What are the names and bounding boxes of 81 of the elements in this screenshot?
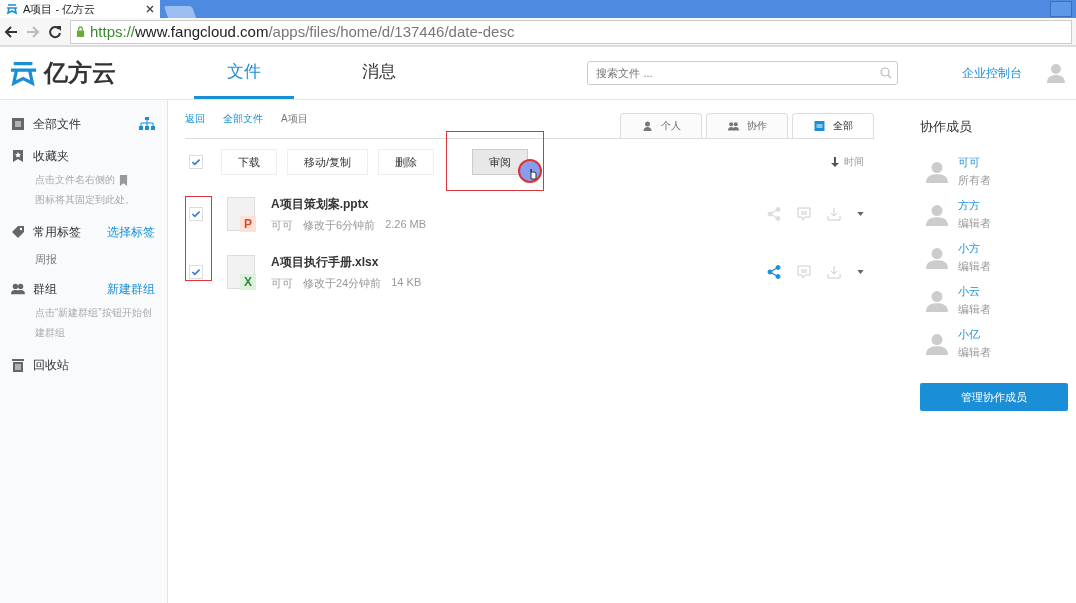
file-modified: 修改于6分钟前 bbox=[303, 217, 376, 233]
manage-members-button[interactable]: 管理协作成员 bbox=[920, 383, 1068, 411]
panel-title: 协作成员 bbox=[920, 118, 973, 136]
cloud-logo-icon bbox=[6, 3, 18, 15]
toolbar-button[interactable]: 移动/复制 bbox=[287, 149, 369, 175]
file-checkbox[interactable] bbox=[189, 207, 203, 221]
member-role: 编辑者 bbox=[958, 216, 991, 231]
tag-icon bbox=[11, 225, 25, 239]
view-tab[interactable]: 个人 bbox=[620, 113, 702, 138]
minimize-button[interactable] bbox=[1050, 1, 1072, 17]
admin-console-link[interactable]: 企业控制台 bbox=[962, 64, 1023, 82]
lock-icon bbox=[76, 26, 85, 37]
document-icon bbox=[11, 117, 25, 131]
trash-icon bbox=[11, 358, 25, 372]
select-all-checkbox[interactable] bbox=[189, 155, 203, 169]
nav-tab[interactable]: 消息 bbox=[329, 47, 430, 99]
file-owner: 可可 bbox=[271, 275, 293, 291]
file-modified: 修改于24分钟前 bbox=[303, 275, 382, 291]
member-role: 编辑者 bbox=[958, 302, 991, 317]
down-arrow-icon bbox=[831, 157, 839, 167]
member-avatar-icon bbox=[926, 245, 948, 270]
toolbar-button[interactable]: 删除 bbox=[378, 149, 435, 175]
browser-tab[interactable]: A项目 - 亿方云 bbox=[0, 0, 160, 18]
search-field[interactable]: 搜索文件 ... bbox=[587, 61, 899, 85]
member-name[interactable]: 小亿 bbox=[958, 327, 991, 342]
share-icon[interactable] bbox=[767, 265, 781, 279]
presentation-file-icon: P bbox=[227, 197, 255, 231]
member-role: 编辑者 bbox=[958, 345, 991, 360]
sidebar-item[interactable]: 常用标签 bbox=[33, 223, 99, 241]
tag-item[interactable]: 周报 bbox=[11, 252, 155, 267]
file-name[interactable]: A项目执行手册.xlsx bbox=[271, 253, 767, 271]
breadcrumb-link[interactable]: 返回 bbox=[185, 112, 205, 126]
logo-text: 亿方云 bbox=[44, 58, 116, 88]
member-role: 编辑者 bbox=[958, 259, 991, 274]
file-owner: 可可 bbox=[271, 217, 293, 233]
close-icon[interactable] bbox=[146, 5, 154, 13]
sidebar-item[interactable]: 群组 bbox=[33, 280, 99, 298]
file-name[interactable]: A项目策划案.pptx bbox=[271, 195, 767, 213]
member-avatar-icon bbox=[926, 159, 948, 184]
member-name[interactable]: 小方 bbox=[958, 241, 991, 256]
bookmark-icon bbox=[119, 174, 128, 186]
member-name[interactable]: 方方 bbox=[958, 198, 991, 213]
forward-icon[interactable] bbox=[26, 24, 40, 39]
member-name[interactable]: 可可 bbox=[958, 155, 991, 170]
people-icon bbox=[727, 121, 739, 131]
sidebar-item[interactable]: 全部文件 bbox=[33, 115, 131, 133]
caret-icon[interactable] bbox=[857, 212, 864, 216]
reload-icon[interactable] bbox=[48, 24, 62, 39]
member-avatar-icon bbox=[926, 202, 948, 227]
search-icon bbox=[880, 67, 893, 79]
sidebar-link[interactable]: 选择标签 bbox=[107, 223, 155, 241]
new-tab-button[interactable] bbox=[163, 6, 197, 18]
file-size: 14 KB bbox=[391, 275, 422, 290]
file-checkbox[interactable] bbox=[189, 265, 203, 279]
address-bar[interactable]: https://www.fangcloud.com/apps/files/home/d/137446/date-desc bbox=[70, 19, 1072, 44]
cloud-logo-icon bbox=[10, 59, 38, 87]
hint-text: 点击“新建群组”按钮开始创建群组 bbox=[35, 307, 152, 338]
back-icon[interactable] bbox=[4, 24, 18, 39]
caret-icon[interactable] bbox=[857, 270, 864, 274]
breadcrumb-link[interactable]: 全部文件 bbox=[223, 112, 263, 126]
folder-tree-icon[interactable] bbox=[139, 117, 155, 131]
file-size: 2.26 MB bbox=[385, 217, 427, 232]
member-name[interactable]: 小云 bbox=[958, 284, 991, 299]
view-tab[interactable]: 全部 bbox=[792, 113, 874, 138]
group-icon bbox=[11, 282, 25, 296]
sidebar-link[interactable]: 新建群组 bbox=[107, 280, 155, 298]
hint-text: 图标将其固定到此处。 bbox=[35, 193, 135, 207]
toolbar-button[interactable]: 下载 bbox=[221, 149, 277, 175]
sidebar-item[interactable]: 回收站 bbox=[33, 356, 155, 374]
member-avatar-icon bbox=[926, 331, 948, 356]
view-tab[interactable]: 协作 bbox=[706, 113, 788, 138]
current-folder-label: A项目 bbox=[281, 112, 308, 126]
spreadsheet-file-icon: X bbox=[227, 255, 255, 289]
member-role: 所有者 bbox=[958, 173, 991, 188]
nav-tab[interactable]: 文件 bbox=[194, 47, 295, 99]
list-icon bbox=[813, 121, 825, 131]
member-avatar-icon bbox=[926, 288, 948, 313]
hint-text: 点击文件名右侧的 bbox=[35, 174, 115, 185]
sidebar-item[interactable]: 收藏夹 bbox=[33, 147, 155, 165]
person-icon bbox=[641, 121, 653, 131]
bookmark-icon bbox=[11, 149, 25, 163]
